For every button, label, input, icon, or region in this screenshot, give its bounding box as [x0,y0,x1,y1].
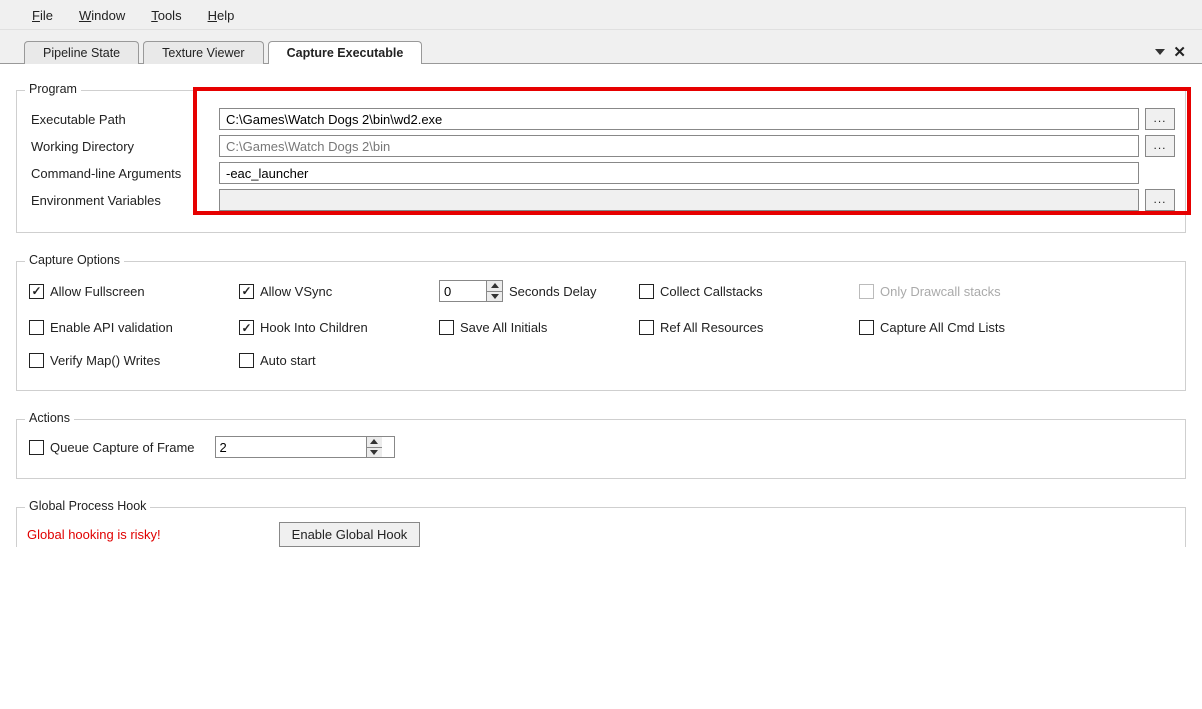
browse-working-directory-button[interactable]: ... [1145,135,1175,157]
checkbox-allow-vsync[interactable] [239,284,254,299]
label-queue-capture: Queue Capture of Frame [50,440,195,455]
working-directory-input[interactable] [219,135,1139,157]
label-save-all-initials: Save All Initials [460,320,547,335]
label-only-drawcall-stacks: Only Drawcall stacks [880,284,1001,299]
queue-frame-down-icon[interactable] [367,447,382,458]
label-executable-path: Executable Path [27,112,219,127]
label-env-vars: Environment Variables [27,193,219,208]
seconds-delay-spinner[interactable] [439,280,503,302]
global-hook-warning: Global hooking is risky! [27,527,161,542]
menu-tools[interactable]: Tools [143,6,189,25]
menu-file[interactable]: File [24,6,61,25]
seconds-delay-input[interactable] [440,281,486,301]
checkbox-only-drawcall-stacks [859,284,874,299]
seconds-delay-down-icon[interactable] [487,291,502,302]
cmdline-args-input[interactable] [219,162,1139,184]
label-allow-fullscreen: Allow Fullscreen [50,284,145,299]
tab-pipeline-state[interactable]: Pipeline State [24,41,139,64]
env-vars-input [219,189,1139,211]
checkbox-collect-callstacks[interactable] [639,284,654,299]
menu-window-rest: indow [91,8,125,23]
tab-texture-viewer[interactable]: Texture Viewer [143,41,263,64]
checkbox-capture-all-cmd-lists[interactable] [859,320,874,335]
legend-actions: Actions [25,411,74,425]
checkbox-hook-into-children[interactable] [239,320,254,335]
label-verify-map-writes: Verify Map() Writes [50,353,160,368]
checkbox-auto-start[interactable] [239,353,254,368]
checkbox-enable-api-validation[interactable] [29,320,44,335]
group-program: Program Executable Path ... Working Dire… [16,90,1186,233]
queue-frame-spinner[interactable] [215,436,395,458]
tab-overflow-dropdown-icon[interactable] [1155,49,1165,55]
queue-frame-up-icon[interactable] [367,437,382,447]
queue-frame-input[interactable] [216,437,366,457]
menu-help-rest: elp [217,8,234,23]
menu-file-rest: ile [40,8,53,23]
menubar: File Window Tools Help [0,0,1202,30]
group-global-process-hook: Global Process Hook Global hooking is ri… [16,507,1186,547]
legend-program: Program [25,82,81,96]
legend-global-hook: Global Process Hook [25,499,150,513]
label-auto-start: Auto start [260,353,316,368]
group-actions: Actions Queue Capture of Frame [16,419,1186,479]
label-allow-vsync: Allow VSync [260,284,332,299]
group-capture-options: Capture Options Allow Fullscreen Allow V… [16,261,1186,391]
tabstrip: Pipeline State Texture Viewer Capture Ex… [0,30,1202,64]
enable-global-hook-button[interactable]: Enable Global Hook [279,522,421,547]
label-ref-all-resources: Ref All Resources [660,320,763,335]
checkbox-verify-map-writes[interactable] [29,353,44,368]
label-hook-into-children: Hook Into Children [260,320,368,335]
content-area: Program Executable Path ... Working Dire… [0,64,1202,547]
label-cmdline-args: Command-line Arguments [27,166,219,181]
browse-executable-button[interactable]: ... [1145,108,1175,130]
menu-window[interactable]: Window [71,6,133,25]
menu-tools-rest: ools [158,8,182,23]
edit-env-vars-button[interactable]: ... [1145,189,1175,211]
checkbox-queue-capture[interactable] [29,440,44,455]
label-working-directory: Working Directory [27,139,219,154]
executable-path-input[interactable] [219,108,1139,130]
menu-help[interactable]: Help [200,6,243,25]
label-seconds-delay: Seconds Delay [509,284,596,299]
label-enable-api-validation: Enable API validation [50,320,173,335]
label-capture-all-cmd-lists: Capture All Cmd Lists [880,320,1005,335]
legend-capture-options: Capture Options [25,253,124,267]
checkbox-save-all-initials[interactable] [439,320,454,335]
label-collect-callstacks: Collect Callstacks [660,284,763,299]
checkbox-allow-fullscreen[interactable] [29,284,44,299]
tab-close-icon[interactable]: ✕ [1171,43,1188,61]
seconds-delay-up-icon[interactable] [487,281,502,291]
tab-capture-executable[interactable]: Capture Executable [268,41,423,64]
checkbox-ref-all-resources[interactable] [639,320,654,335]
